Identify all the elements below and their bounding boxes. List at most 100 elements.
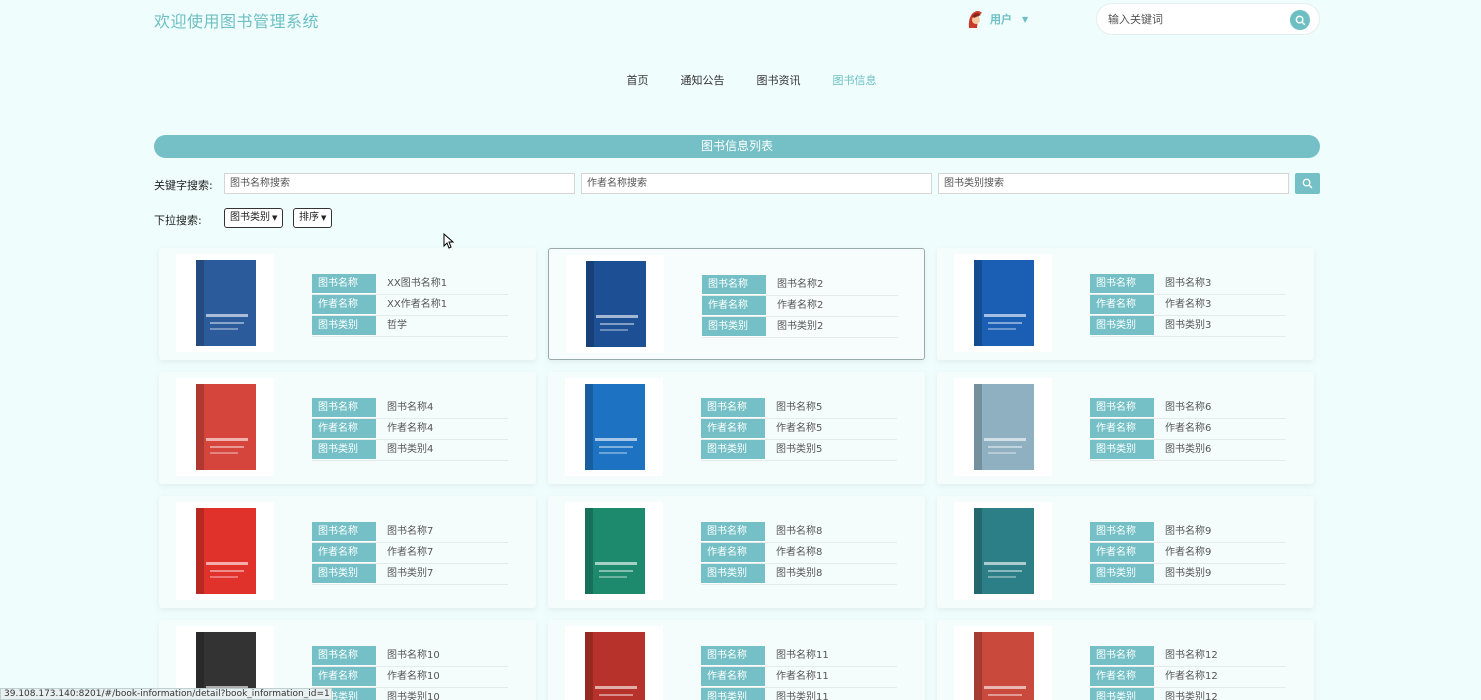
book-name-label: 图书名称 — [312, 522, 376, 542]
book-info-table: 图书名称 图书名称6 作者名称 作者名称6 图书类别 图书类别6 — [1090, 398, 1286, 461]
book-info-table: 图书名称 图书名称9 作者名称 作者名称9 图书类别 图书类别9 — [1090, 522, 1286, 585]
book-cover-image[interactable] — [954, 502, 1052, 600]
info-row-book-name: 图书名称 图书名称12 — [1090, 646, 1286, 667]
info-row-book-name: 图书名称 XX图书名称1 — [312, 274, 508, 295]
book-cover-image[interactable] — [565, 502, 663, 600]
book-category-value: 图书类别7 — [387, 568, 434, 579]
book-card[interactable]: 图书名称 图书名称8 作者名称 作者名称8 图书类别 图书类别8 — [548, 496, 925, 608]
info-row-book-name: 图书名称 图书名称8 — [701, 522, 897, 543]
book-info-table: 图书名称 图书名称8 作者名称 作者名称8 图书类别 图书类别8 — [701, 522, 897, 585]
book-name-value: XX图书名称1 — [387, 278, 448, 289]
book-name-value: 图书名称2 — [777, 279, 824, 290]
category-dropdown-label: 图书类别 — [230, 212, 270, 223]
book-name-search-input[interactable] — [224, 173, 575, 194]
book-name-label: 图书名称 — [312, 646, 376, 666]
book-info-table: 图书名称 XX图书名称1 作者名称 XX作者名称1 图书类别 哲学 — [312, 274, 508, 337]
keyword-search-label: 关键字搜索: — [154, 179, 213, 192]
user-menu[interactable]: 用户 ▼ — [964, 8, 1028, 30]
category-dropdown[interactable]: 图书类别 ▼ — [224, 208, 284, 228]
book-name-value: 图书名称10 — [387, 650, 440, 661]
book-cover-image[interactable] — [954, 626, 1052, 700]
author-name-label: 作者名称 — [702, 296, 766, 316]
book-cover-image[interactable] — [565, 626, 663, 700]
book-name-label: 图书名称 — [1090, 398, 1154, 418]
book-card[interactable]: 图书名称 图书名称3 作者名称 作者名称3 图书类别 图书类别3 — [937, 248, 1314, 360]
book-info-table: 图书名称 图书名称3 作者名称 作者名称3 图书类别 图书类别3 — [1090, 274, 1286, 337]
info-row-book-name: 图书名称 图书名称9 — [1090, 522, 1286, 543]
book-category-value: 图书类别11 — [776, 692, 829, 700]
user-label[interactable]: 用户 — [990, 11, 1012, 27]
info-row-book-category: 图书类别 图书类别6 — [1090, 440, 1286, 461]
book-info-table: 图书名称 图书名称11 作者名称 作者名称11 图书类别 图书类别11 — [701, 646, 897, 700]
book-cover-image[interactable] — [176, 502, 274, 600]
top-search-input[interactable] — [1108, 12, 1288, 26]
book-name-label: 图书名称 — [1090, 646, 1154, 666]
info-row-book-name: 图书名称 图书名称11 — [701, 646, 897, 667]
sort-dropdown-label: 排序 — [299, 212, 319, 223]
info-row-author-name: 作者名称 XX作者名称1 — [312, 295, 508, 316]
book-category-value: 图书类别2 — [777, 321, 824, 332]
book-name-label: 图书名称 — [312, 274, 376, 294]
book-card[interactable]: 图书名称 图书名称6 作者名称 作者名称6 图书类别 图书类别6 — [937, 372, 1314, 484]
nav-item-book-info[interactable]: 图书信息 — [833, 72, 877, 88]
search-icon[interactable] — [1290, 10, 1310, 30]
nav-item-home[interactable]: 首页 — [627, 72, 649, 88]
book-card[interactable]: 图书名称 图书名称2 作者名称 作者名称2 图书类别 图书类别2 — [548, 248, 925, 360]
info-row-author-name: 作者名称 作者名称7 — [312, 543, 508, 564]
book-category-label: 图书类别 — [701, 688, 765, 700]
book-card[interactable]: 图书名称 XX图书名称1 作者名称 XX作者名称1 图书类别 哲学 — [159, 248, 536, 360]
category-search-input[interactable] — [938, 173, 1289, 194]
book-category-value: 图书类别12 — [1165, 692, 1218, 700]
book-name-value: 图书名称9 — [1165, 526, 1212, 537]
book-name-label: 图书名称 — [702, 275, 766, 295]
book-card[interactable]: 图书名称 图书名称11 作者名称 作者名称11 图书类别 图书类别11 — [548, 620, 925, 700]
author-name-label: 作者名称 — [701, 419, 765, 439]
info-row-author-name: 作者名称 作者名称9 — [1090, 543, 1286, 564]
book-card[interactable]: 图书名称 图书名称5 作者名称 作者名称5 图书类别 图书类别5 — [548, 372, 925, 484]
book-name-value: 图书名称12 — [1165, 650, 1218, 661]
book-name-value: 图书名称6 — [1165, 402, 1212, 413]
chevron-down-icon[interactable]: ▼ — [1022, 15, 1028, 24]
book-category-value: 图书类别6 — [1165, 444, 1212, 455]
info-row-book-category: 图书类别 图书类别3 — [1090, 316, 1286, 337]
sort-dropdown[interactable]: 排序 ▼ — [293, 208, 333, 228]
book-name-label: 图书名称 — [701, 646, 765, 666]
search-icon — [1302, 178, 1313, 189]
author-name-label: 作者名称 — [312, 667, 376, 687]
author-name-value: XX作者名称1 — [387, 299, 448, 310]
info-row-book-category: 图书类别 哲学 — [312, 316, 508, 337]
book-category-label: 图书类别 — [701, 440, 765, 460]
info-row-book-category: 图书类别 图书类别5 — [701, 440, 897, 461]
book-card[interactable]: 图书名称 图书名称12 作者名称 作者名称12 图书类别 图书类别12 — [937, 620, 1314, 700]
info-row-author-name: 作者名称 作者名称11 — [701, 667, 897, 688]
book-cover-image[interactable] — [566, 255, 664, 353]
info-row-author-name: 作者名称 作者名称4 — [312, 419, 508, 440]
nav-item-notices[interactable]: 通知公告 — [681, 72, 725, 88]
book-name-label: 图书名称 — [1090, 522, 1154, 542]
info-row-book-name: 图书名称 图书名称2 — [702, 275, 898, 296]
book-category-label: 图书类别 — [312, 564, 376, 584]
nav-item-news[interactable]: 图书资讯 — [757, 72, 801, 88]
book-cover-image[interactable] — [565, 378, 663, 476]
book-name-label: 图书名称 — [701, 398, 765, 418]
book-category-label: 图书类别 — [1090, 564, 1154, 584]
book-category-label: 图书类别 — [1090, 440, 1154, 460]
info-row-book-category: 图书类别 图书类别9 — [1090, 564, 1286, 585]
book-name-value: 图书名称5 — [776, 402, 823, 413]
author-name-label: 作者名称 — [701, 667, 765, 687]
book-name-value: 图书名称11 — [776, 650, 829, 661]
info-row-book-category: 图书类别 图书类别2 — [702, 317, 898, 338]
book-cover-image[interactable] — [176, 378, 274, 476]
book-card[interactable]: 图书名称 图书名称9 作者名称 作者名称9 图书类别 图书类别9 — [937, 496, 1314, 608]
main-nav: 首页 通知公告 图书资讯 图书信息 — [0, 72, 1481, 88]
book-info-table: 图书名称 图书名称2 作者名称 作者名称2 图书类别 图书类别2 — [702, 275, 898, 338]
book-cover-image[interactable] — [954, 254, 1052, 352]
book-cover-image[interactable] — [954, 378, 1052, 476]
book-cover-image[interactable] — [176, 254, 274, 352]
book-category-value: 图书类别3 — [1165, 320, 1212, 331]
search-button[interactable] — [1295, 173, 1320, 194]
author-search-input[interactable] — [581, 173, 932, 194]
book-card[interactable]: 图书名称 图书名称7 作者名称 作者名称7 图书类别 图书类别7 — [159, 496, 536, 608]
info-row-book-name: 图书名称 图书名称10 — [312, 646, 508, 667]
book-card[interactable]: 图书名称 图书名称4 作者名称 作者名称4 图书类别 图书类别4 — [159, 372, 536, 484]
